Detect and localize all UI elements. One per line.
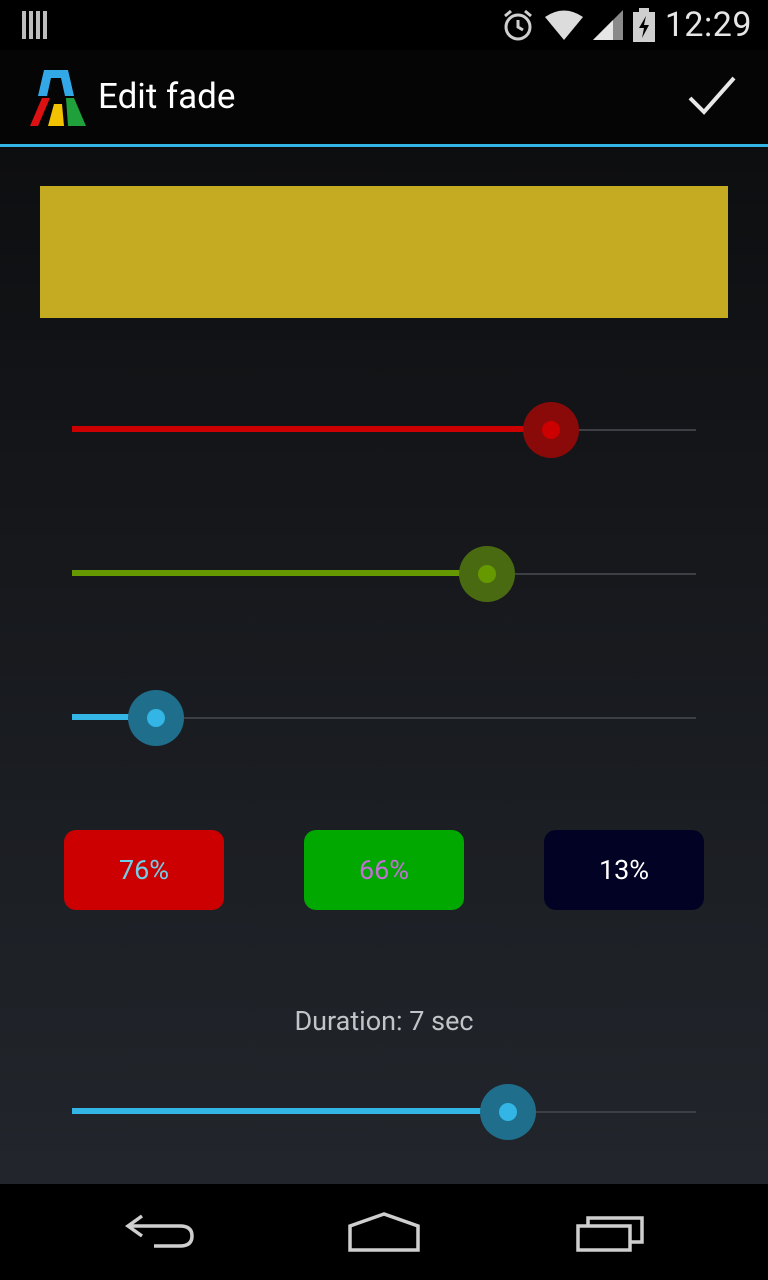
- slider-thumb[interactable]: [499, 1103, 517, 1121]
- clock: 12:29: [664, 5, 752, 45]
- page-title: Edit fade: [98, 76, 236, 117]
- wifi-icon: [544, 10, 583, 40]
- slider-fill: [72, 570, 487, 576]
- edit-fade-content: 76% 66% 13% Duration: 7 sec: [0, 147, 768, 1184]
- blue-value-label: 13%: [598, 854, 650, 886]
- slider-thumb[interactable]: [147, 709, 165, 727]
- navigation-bar: [0, 1184, 768, 1280]
- back-icon[interactable]: [120, 1208, 200, 1256]
- duration-slider[interactable]: [72, 1082, 696, 1142]
- red-value-label: 76%: [118, 854, 170, 886]
- notification-bars-icon: [22, 11, 48, 39]
- green-value-label: 66%: [358, 854, 410, 886]
- duration-label: Duration: 7 sec: [294, 1005, 474, 1037]
- slider-fill: [72, 1108, 508, 1114]
- slider-thumb[interactable]: [542, 421, 560, 439]
- green-value-button[interactable]: 66%: [304, 830, 464, 910]
- home-icon[interactable]: [344, 1208, 424, 1256]
- slider-fill: [72, 426, 551, 432]
- recent-apps-icon[interactable]: [572, 1208, 652, 1256]
- red-slider[interactable]: [72, 400, 696, 460]
- red-value-button[interactable]: 76%: [64, 830, 224, 910]
- app-logo-icon[interactable]: [24, 68, 88, 126]
- alarm-icon: [503, 9, 532, 41]
- action-bar: Edit fade: [0, 50, 768, 147]
- checkmark-icon[interactable]: [686, 72, 738, 120]
- green-slider[interactable]: [72, 544, 696, 604]
- status-bar: 12:29: [0, 0, 768, 50]
- cell-signal-icon: [592, 10, 623, 40]
- blue-slider[interactable]: [72, 688, 696, 748]
- battery-charging-icon: [632, 8, 655, 42]
- color-preview: [40, 186, 728, 318]
- slider-thumb[interactable]: [478, 565, 496, 583]
- blue-value-button[interactable]: 13%: [544, 830, 704, 910]
